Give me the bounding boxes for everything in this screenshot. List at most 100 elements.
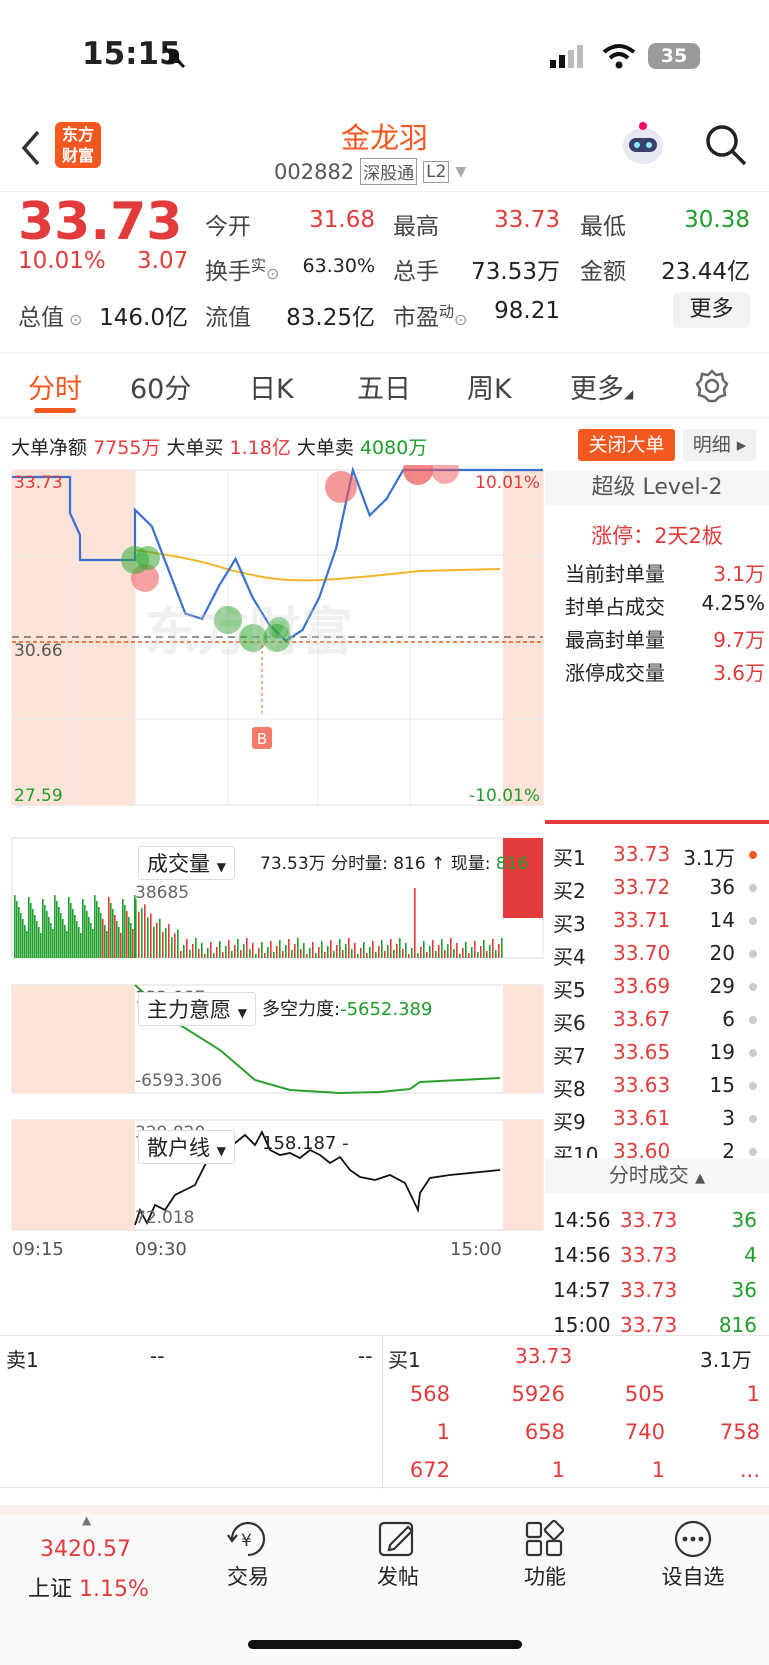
big-order-bar: 大单净额 7755万 大单买 1.18亿 大单卖 4080万 关闭大单 明细 ▸ bbox=[0, 425, 769, 465]
tab-intraday[interactable]: 分时 bbox=[28, 367, 82, 406]
bid-volume: 20 bbox=[709, 941, 735, 965]
volume-bar bbox=[372, 941, 374, 958]
index-row[interactable]: 上证 1.15% bbox=[28, 1571, 149, 1603]
volume-bar bbox=[98, 907, 100, 958]
volume-bar bbox=[30, 903, 32, 958]
time-start: 09:15 bbox=[12, 1239, 64, 1260]
volume-bar bbox=[324, 952, 326, 958]
volume-bar bbox=[450, 938, 452, 958]
queue-cell: 1 bbox=[651, 1458, 665, 1482]
volume-bar bbox=[396, 944, 398, 958]
tab-60min[interactable]: 60分 bbox=[130, 367, 191, 406]
book-divider bbox=[382, 1336, 383, 1489]
volume-bar bbox=[32, 909, 34, 958]
chevron-down-icon[interactable]: ▼ bbox=[455, 164, 466, 180]
bid1-volume: 3.1万 bbox=[700, 1348, 752, 1372]
volume-bar bbox=[141, 908, 143, 958]
volume-bar bbox=[435, 951, 437, 958]
volume-bar bbox=[174, 933, 176, 958]
volume-bar bbox=[44, 905, 46, 958]
volume-bar bbox=[234, 945, 236, 958]
volume-bar bbox=[465, 942, 467, 958]
more-button[interactable]: 更多 bbox=[673, 292, 750, 328]
nav-trade[interactable]: ¥ 交易 bbox=[173, 1505, 323, 1591]
detail-button[interactable]: 明细 ▸ bbox=[683, 429, 756, 461]
volume-indicator-select[interactable]: 成交量 ▼ bbox=[138, 846, 235, 880]
volume-bar bbox=[408, 954, 410, 958]
queue-cell: 1 bbox=[436, 1420, 450, 1444]
volume-bar bbox=[327, 946, 329, 958]
max-seal-row: 最高封单量 9.7万 bbox=[565, 628, 765, 652]
tab-more[interactable]: 更多◢ bbox=[570, 367, 633, 406]
index-value[interactable]: 3420.57 bbox=[40, 1537, 131, 1562]
volume-bar bbox=[28, 897, 30, 958]
volume-bar bbox=[144, 904, 146, 958]
last-price: 33.73 bbox=[18, 192, 183, 252]
main-pre-shade bbox=[12, 985, 135, 1093]
tick-price: 33.73 bbox=[620, 1278, 678, 1302]
tab-daily[interactable]: 日K bbox=[249, 367, 294, 406]
volume-bar bbox=[339, 939, 341, 958]
volume-bar bbox=[210, 942, 212, 958]
volume-bar bbox=[165, 928, 167, 958]
bid-price: 33.71 bbox=[613, 908, 671, 932]
volume-bar bbox=[135, 899, 137, 958]
bid-dot-icon bbox=[749, 1148, 757, 1156]
bid-price: 33.67 bbox=[613, 1007, 671, 1031]
ticks-header[interactable]: 分时成交 ▲ bbox=[545, 1158, 769, 1193]
tick-price: 33.73 bbox=[620, 1313, 678, 1337]
nav-watchlist[interactable]: 设自选 bbox=[618, 1505, 768, 1591]
tab-5day[interactable]: 五日 bbox=[357, 367, 411, 406]
bid-dot-icon bbox=[749, 851, 757, 859]
bid-dot-icon bbox=[749, 917, 757, 925]
bid-dot-icon bbox=[749, 950, 757, 958]
tab-weekly[interactable]: 周K bbox=[467, 367, 512, 406]
volume-bar bbox=[138, 912, 140, 958]
ask1-volume: -- bbox=[358, 1344, 373, 1368]
volume-bar bbox=[459, 954, 461, 958]
volume-bar bbox=[381, 940, 383, 958]
volume-bar bbox=[50, 923, 52, 958]
change-value: 3.07 bbox=[137, 248, 189, 274]
volume-bar bbox=[273, 952, 275, 958]
change-pct: 10.01% bbox=[18, 248, 106, 274]
volume-bar bbox=[414, 888, 416, 958]
main-force-select[interactable]: 主力意愿 ▼ bbox=[138, 992, 256, 1026]
level2-panel: 超级 Level-2 涨停：2天2板 当前封单量 3.1万 封单占成交 4.25% … bbox=[545, 470, 769, 1337]
volume-bar bbox=[303, 943, 305, 958]
watermark: 东方财富 bbox=[145, 603, 353, 663]
bid-dot-icon bbox=[749, 884, 757, 892]
volume-bar bbox=[92, 929, 94, 958]
volume-bar bbox=[375, 952, 377, 958]
bottom-nav: ▲ 3420.57 上证 1.15% ¥ 交易 发帖 功能 设自选 bbox=[0, 1505, 769, 1665]
volume-bar bbox=[153, 926, 155, 958]
nav-post[interactable]: 发帖 bbox=[323, 1505, 473, 1591]
volume-bar bbox=[116, 921, 118, 958]
bid-volume: 6 bbox=[722, 1007, 735, 1031]
settings-gear-icon[interactable] bbox=[695, 369, 729, 403]
volume-bar bbox=[56, 901, 58, 958]
volume-bar bbox=[90, 923, 92, 958]
volume-bar bbox=[420, 947, 422, 958]
volume-bar bbox=[369, 947, 371, 958]
volume-bar bbox=[468, 953, 470, 958]
nav-functions[interactable]: 功能 bbox=[470, 1505, 620, 1591]
bid-label: 买7 bbox=[553, 1044, 586, 1068]
robot-assistant-icon[interactable] bbox=[618, 118, 668, 172]
volume-bar bbox=[147, 917, 149, 958]
mcap-label: 总值 ⊙ bbox=[18, 305, 83, 331]
volume-bar bbox=[66, 931, 68, 958]
volume-bar bbox=[195, 938, 197, 958]
volume-bar bbox=[120, 933, 122, 958]
mcap-value: 146.0亿 bbox=[99, 305, 188, 331]
time-end: 15:00 bbox=[450, 1239, 502, 1260]
volume-bar bbox=[333, 951, 335, 958]
volume-bar bbox=[177, 929, 179, 958]
search-icon[interactable] bbox=[703, 122, 749, 168]
volume-value: 73.53万 bbox=[471, 259, 560, 285]
volume-bar bbox=[68, 897, 70, 958]
close-big-order-button[interactable]: 关闭大单 bbox=[578, 429, 675, 461]
volume-bar bbox=[24, 925, 26, 958]
retail-line-select[interactable]: 散户线 ▼ bbox=[138, 1130, 235, 1164]
volume-bar bbox=[198, 949, 200, 958]
